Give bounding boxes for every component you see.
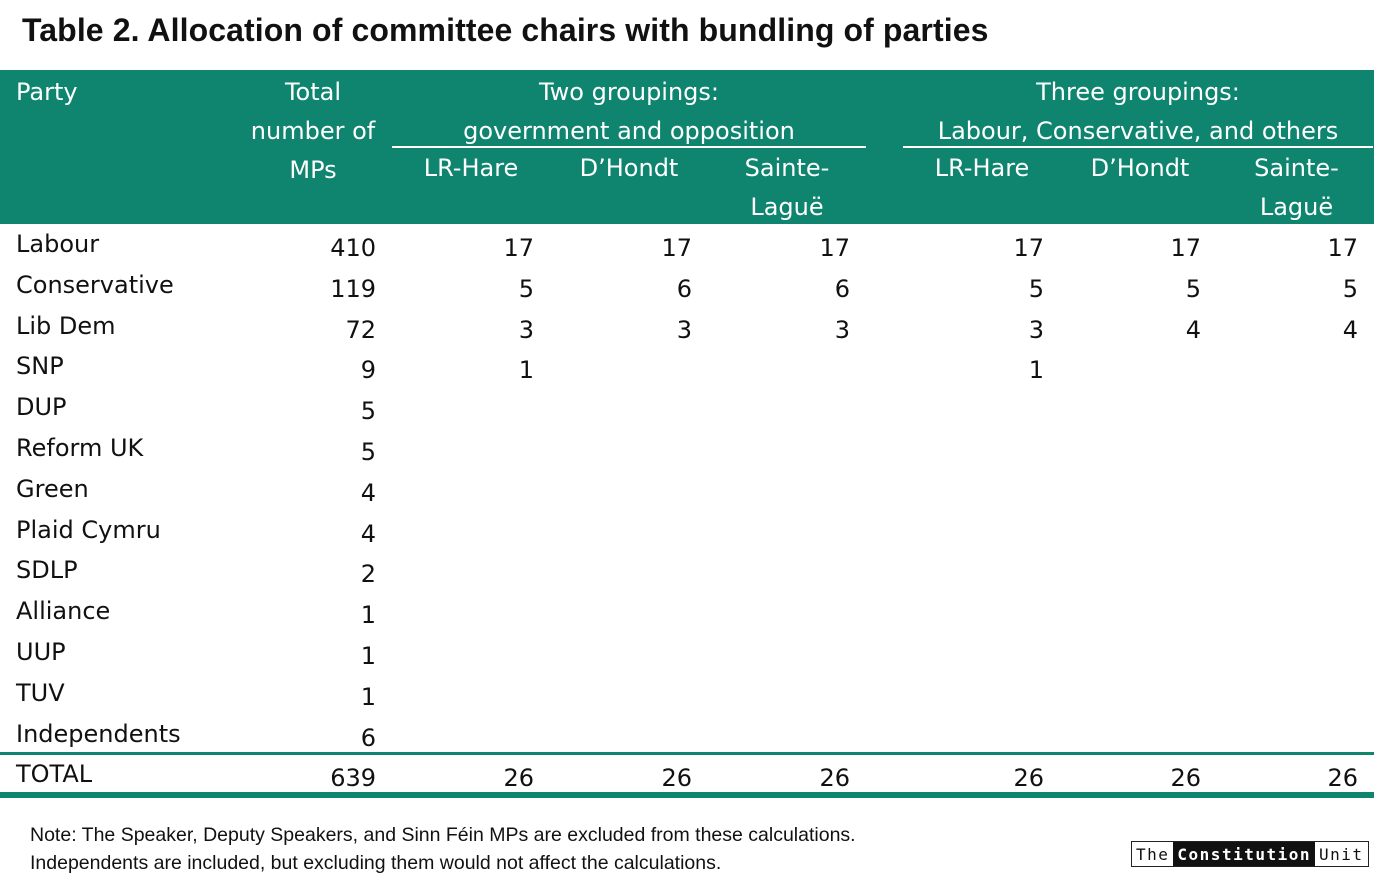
cell-three-sl: 5 — [1342, 274, 1358, 303]
cell-two-dh: 26 — [661, 764, 692, 792]
cell-two-lr: 17 — [503, 234, 534, 262]
table-header: Party Total number of MPs Two groupings:… — [0, 70, 1374, 224]
group-three-subtitle: Labour, Conservative, and others — [937, 117, 1339, 145]
cell-three-lr: 1 — [1028, 356, 1044, 385]
party-name: TOTAL — [16, 760, 93, 788]
party-name: Conservative — [16, 270, 174, 299]
cell-three-sl: 4 — [1342, 315, 1358, 344]
cell-total: 6 — [360, 723, 376, 752]
table-bottom-rule — [0, 792, 1374, 798]
cell-two-sl: 6 — [834, 274, 850, 303]
footnote-line-2: Independents are included, but excluding… — [30, 852, 722, 874]
cell-total: 410 — [330, 234, 376, 262]
party-name: SDLP — [16, 556, 78, 585]
cell-three-lr: 5 — [1028, 274, 1044, 303]
cell-total: 1 — [360, 601, 376, 630]
col-header-three-sainte-lague-line1: Sainte- — [1254, 154, 1339, 182]
col-header-two-dhondt: D’Hondt — [579, 154, 679, 182]
party-name: SNP — [16, 352, 64, 381]
cell-two-dh: 6 — [676, 274, 692, 303]
cell-three-lr: 26 — [1013, 764, 1044, 792]
constitution-unit-logo: The Constitution Unit — [1131, 841, 1369, 867]
cell-two-dh: 17 — [661, 234, 692, 262]
cell-three-lr: 17 — [1013, 234, 1044, 262]
cell-total: 1 — [360, 682, 376, 711]
party-name: Alliance — [16, 597, 111, 626]
cell-total: 4 — [360, 519, 376, 548]
cell-total: 4 — [360, 478, 376, 507]
cell-three-lr: 3 — [1028, 315, 1044, 344]
col-header-total-line3: MPs — [289, 156, 337, 184]
cell-three-dh: 26 — [1170, 764, 1201, 792]
footnote: Note: The Speaker, Deputy Speakers, and … — [30, 821, 856, 877]
cell-total: 72 — [345, 315, 376, 344]
logo-constitution: Constitution — [1173, 842, 1315, 866]
col-header-three-sainte-lague-line2: Laguë — [1259, 193, 1334, 221]
total-divider — [0, 752, 1374, 755]
cell-total: 9 — [360, 356, 376, 385]
col-header-party: Party — [16, 78, 78, 106]
cell-total: 639 — [330, 764, 376, 792]
cell-three-dh: 4 — [1185, 315, 1201, 344]
page-title: Table 2. Allocation of committee chairs … — [22, 12, 989, 48]
party-name: Reform UK — [16, 434, 144, 462]
cell-two-lr: 3 — [518, 315, 534, 344]
party-name: Lib Dem — [16, 311, 116, 340]
party-name: DUP — [16, 393, 67, 422]
cell-two-dh: 3 — [676, 315, 692, 344]
cell-total: 2 — [360, 560, 376, 589]
cell-total: 5 — [360, 397, 376, 426]
party-name: Independents — [16, 719, 181, 748]
cell-three-dh: 5 — [1185, 274, 1201, 303]
group-three-title: Three groupings: — [1036, 78, 1240, 106]
cell-three-sl: 17 — [1327, 234, 1358, 262]
party-name: Labour — [16, 230, 100, 258]
col-header-two-sainte-lague-line2: Laguë — [750, 193, 824, 221]
logo-the: The — [1136, 844, 1170, 864]
group-three-divider — [903, 146, 1373, 148]
col-header-three-lr-hare: LR-Hare — [934, 154, 1030, 182]
cell-three-sl: 26 — [1327, 764, 1358, 792]
cell-two-lr: 1 — [518, 356, 534, 385]
cell-two-sl: 17 — [819, 234, 850, 262]
cell-two-sl: 26 — [819, 764, 850, 792]
col-header-total-line1: Total — [284, 78, 342, 106]
group-two-divider — [392, 146, 866, 148]
cell-two-lr: 26 — [503, 764, 534, 792]
logo-unit: Unit — [1319, 844, 1364, 864]
group-two-subtitle: government and opposition — [463, 117, 795, 145]
cell-two-sl: 3 — [834, 315, 850, 344]
party-name: UUP — [16, 638, 66, 666]
cell-total: 119 — [330, 274, 376, 303]
cell-total: 1 — [360, 642, 376, 670]
col-header-two-sainte-lague-line1: Sainte- — [744, 154, 830, 182]
cell-two-lr: 5 — [518, 274, 534, 303]
col-header-three-dhondt: D’Hondt — [1090, 154, 1190, 182]
party-name: TUV — [16, 678, 65, 707]
cell-three-dh: 17 — [1170, 234, 1201, 262]
footnote-line-1: Note: The Speaker, Deputy Speakers, and … — [30, 824, 856, 846]
col-header-total-line2: number of — [250, 117, 376, 145]
party-name: Green — [16, 474, 89, 503]
group-two-title: Two groupings: — [538, 78, 720, 106]
cell-total: 5 — [360, 438, 376, 466]
party-name: Plaid Cymru — [16, 515, 161, 544]
col-header-two-lr-hare: LR-Hare — [423, 154, 519, 182]
